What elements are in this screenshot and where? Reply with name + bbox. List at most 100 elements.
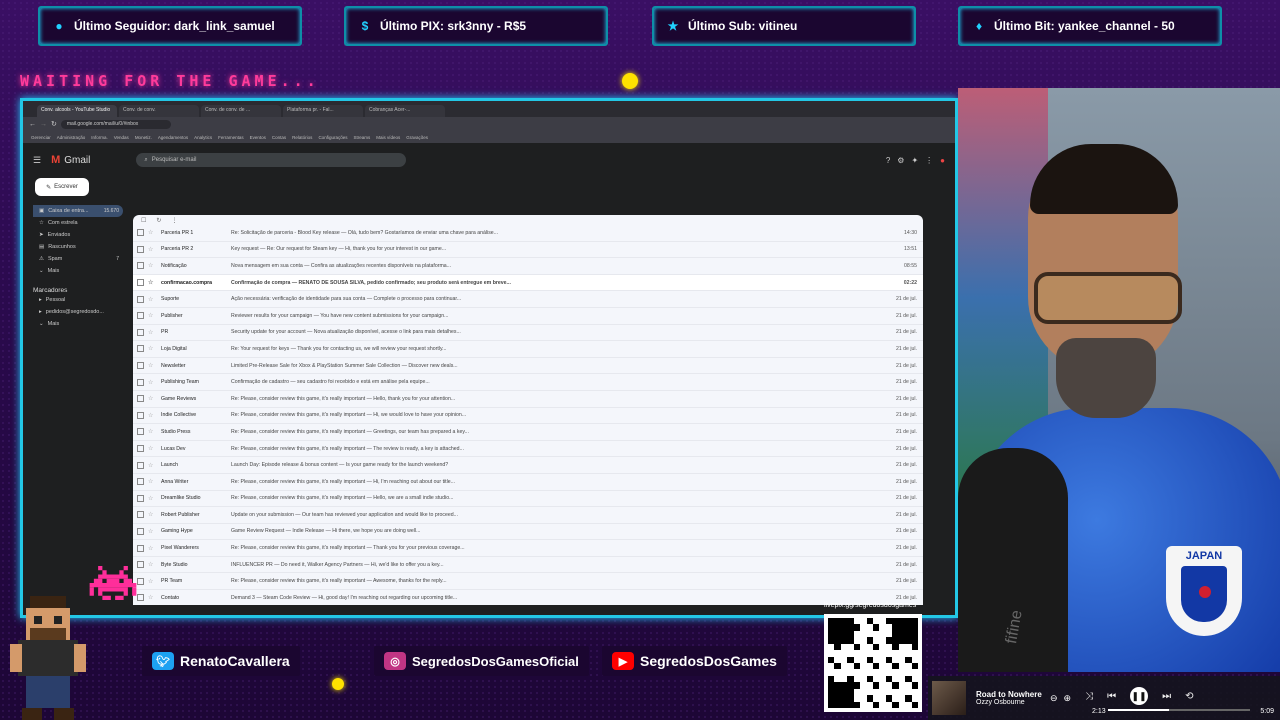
star-outline-icon[interactable]: ☆ <box>148 329 155 336</box>
back-icon[interactable]: ← <box>29 121 36 128</box>
email-row[interactable]: ☆ Anna Writer Re: Please, consider review … <box>133 474 923 491</box>
row-checkbox[interactable] <box>137 312 144 320</box>
email-row[interactable]: ☆ Suporte Ação necessária: verificação de … <box>133 291 923 308</box>
menu-icon[interactable]: ☰ <box>33 155 41 166</box>
gemini-icon[interactable]: ✦ <box>911 156 918 165</box>
row-checkbox[interactable] <box>137 445 144 453</box>
forward-icon[interactable]: → <box>40 121 47 128</box>
row-checkbox[interactable] <box>137 494 144 502</box>
star-outline-icon[interactable]: ☆ <box>148 511 155 518</box>
compose-button[interactable]: ✎ Escrever <box>35 178 89 196</box>
browser-tab[interactable]: Conv. alcools - YouTube Studio <box>37 105 117 117</box>
star-outline-icon[interactable]: ☆ <box>148 495 155 502</box>
bookmark-item[interactable]: Analytics <box>194 135 212 140</box>
row-checkbox[interactable] <box>137 527 144 535</box>
browser-tab[interactable]: Conv. de conv. de ... <box>201 105 281 117</box>
row-checkbox[interactable] <box>137 362 144 370</box>
browser-tab[interactable]: Plataforma pr. - Fal... <box>283 105 363 117</box>
star-outline-icon[interactable]: ☆ <box>148 545 155 552</box>
reload-icon[interactable]: ↻ <box>51 120 57 128</box>
bookmark-item[interactable]: Gravações <box>406 135 428 140</box>
gmail-logo[interactable]: M Gmail <box>51 154 90 166</box>
sidebar-item-sent[interactable]: ➤ Enviados <box>33 229 123 241</box>
bookmark-item[interactable]: Ferramentas <box>218 135 244 140</box>
row-checkbox[interactable] <box>137 461 144 469</box>
apps-icon[interactable]: ⋮ <box>925 156 933 165</box>
email-row[interactable]: ☆ Parceria PR 2 Key request — Re: Our requ… <box>133 242 923 259</box>
bookmark-item[interactable]: Administração <box>57 135 86 140</box>
email-row[interactable]: ☆ Notificação Nova mensagem em sua conta —… <box>133 258 923 275</box>
repeat-icon[interactable]: ⟲ <box>1185 691 1193 705</box>
email-row[interactable]: ☆ Pixel Wanderers Re: Please, consider rev… <box>133 540 923 557</box>
email-row[interactable]: ☆ Lucas Dev Re: Please, consider review th… <box>133 441 923 458</box>
email-row[interactable]: ☆ Game Reviews Re: Please, consider review… <box>133 391 923 408</box>
star-outline-icon[interactable]: ☆ <box>148 379 155 386</box>
row-checkbox[interactable] <box>137 328 144 336</box>
label-item[interactable]: ▸ pedidos@segredosdo... <box>33 306 123 318</box>
email-row[interactable]: ☆ Publisher Reviewer results for your camp… <box>133 308 923 325</box>
bookmark-item[interactable]: Contas <box>272 135 286 140</box>
label-item[interactable]: ⌄ Mais <box>33 318 123 330</box>
minimize-icon[interactable]: ⊖ <box>1050 693 1058 704</box>
bookmark-item[interactable]: Eventos <box>250 135 266 140</box>
more-icon[interactable]: ⋮ <box>171 217 177 224</box>
star-outline-icon[interactable]: ☆ <box>148 528 155 535</box>
bookmark-item[interactable]: Agendamentos <box>158 135 188 140</box>
star-outline-icon[interactable]: ☆ <box>148 246 155 253</box>
email-row[interactable]: ☆ Loja Digital Re: Your request for keys —… <box>133 341 923 358</box>
sidebar-item-starred[interactable]: ☆ Com estrela <box>33 217 123 229</box>
bookmark-item[interactable]: Streams <box>353 135 370 140</box>
row-checkbox[interactable] <box>137 279 144 287</box>
email-row[interactable]: ☆ confirmacao.compra Confirmação de compra… <box>133 274 923 292</box>
sidebar-item-inbox[interactable]: ▣ Caixa de entra... 15.670 <box>33 205 123 217</box>
star-outline-icon[interactable]: ☆ <box>148 462 155 469</box>
bookmark-item[interactable]: Configurações <box>318 135 347 140</box>
label-item[interactable]: ▸ Pessoal <box>33 294 123 306</box>
star-outline-icon[interactable]: ☆ <box>148 445 155 452</box>
row-checkbox[interactable] <box>137 245 144 253</box>
pause-icon[interactable]: ❚❚ <box>1130 687 1149 705</box>
star-outline-icon[interactable]: ☆ <box>148 279 155 286</box>
email-row[interactable]: ☆ Robert Publisher Update on your submissi… <box>133 507 923 524</box>
email-row[interactable]: ☆ Launch Launch Day: Episode release & bon… <box>133 457 923 474</box>
email-row[interactable]: ☆ Byte Studio INFLUENCER PR — Do need it, … <box>133 557 923 574</box>
sidebar-item-drafts[interactable]: ▤ Rascunhos <box>33 241 123 253</box>
browser-tab[interactable]: Cobranças Acer-... <box>365 105 445 117</box>
star-outline-icon[interactable]: ☆ <box>148 412 155 419</box>
sidebar-item-more[interactable]: ⌄ Mais <box>33 265 123 277</box>
next-icon[interactable]: ⏭ <box>1162 691 1171 705</box>
row-checkbox[interactable] <box>137 428 144 436</box>
star-outline-icon[interactable]: ☆ <box>148 578 155 585</box>
star-outline-icon[interactable]: ☆ <box>148 345 155 352</box>
bookmark-item[interactable]: Gerenciar <box>31 135 51 140</box>
bookmark-item[interactable]: Informa. <box>91 135 108 140</box>
qr-code[interactable] <box>824 614 922 712</box>
refresh-icon[interactable]: ↻ <box>156 217 161 224</box>
select-all-checkbox[interactable]: ☐ <box>141 217 146 224</box>
progress-bar[interactable] <box>1108 709 1250 711</box>
search-input[interactable]: ⌕ Pesquisar e-mail <box>136 153 407 167</box>
email-row[interactable]: ☆ Publishing Team Confirmação de cadastro … <box>133 374 923 391</box>
star-outline-icon[interactable]: ☆ <box>148 362 155 369</box>
star-outline-icon[interactable]: ☆ <box>148 478 155 485</box>
help-icon[interactable]: ? <box>886 156 890 165</box>
avatar[interactable]: ● <box>940 156 945 165</box>
email-row[interactable]: ☆ Indie Collective Re: Please, consider re… <box>133 408 923 425</box>
email-row[interactable]: ☆ Contato Demand 3 — Steam Code Review — H… <box>133 590 923 605</box>
settings-icon[interactable]: ⚙ <box>897 156 904 165</box>
email-row[interactable]: ☆ Gaming Hype Game Review Request — Indie … <box>133 524 923 541</box>
row-checkbox[interactable] <box>137 511 144 519</box>
star-outline-icon[interactable]: ☆ <box>148 262 155 269</box>
row-checkbox[interactable] <box>137 295 144 303</box>
email-row[interactable]: ☆ Dreamlike Studio Re: Please, consider re… <box>133 491 923 508</box>
row-checkbox[interactable] <box>137 345 144 353</box>
bookmark-item[interactable]: Monetiz. <box>135 135 152 140</box>
star-outline-icon[interactable]: ☆ <box>148 594 155 601</box>
previous-icon[interactable]: ⏮ <box>1107 691 1116 705</box>
url-field[interactable]: mail.google.com/mail/u/0/#inbox <box>60 119 171 129</box>
email-row[interactable]: ☆ Parceria PR 1 Re: Solicitação de parceri… <box>133 225 923 242</box>
row-checkbox[interactable] <box>137 229 144 237</box>
star-outline-icon[interactable]: ☆ <box>148 312 155 319</box>
add-icon[interactable]: ⊕ <box>1064 693 1072 704</box>
row-checkbox[interactable] <box>137 262 144 270</box>
